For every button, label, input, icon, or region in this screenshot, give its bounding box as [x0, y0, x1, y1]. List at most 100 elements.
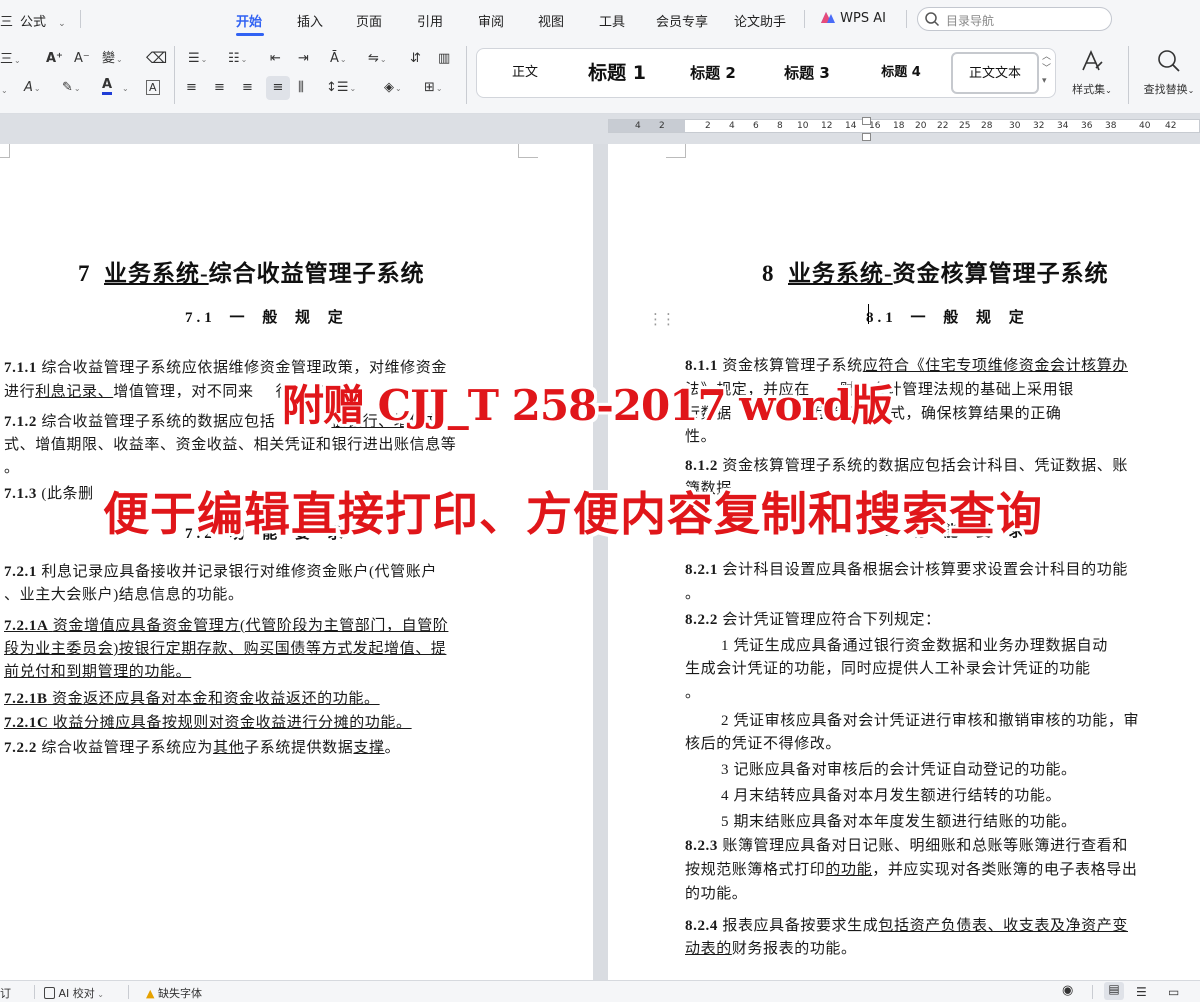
menu-left-cut[interactable]: 三 [0, 11, 13, 30]
text-cursor [868, 304, 869, 324]
right-page[interactable]: ⋮⋮ 8 业务系统-资金核算管理子系统 8.1 一 般 规 定 8.1.1 资金… [608, 144, 1200, 980]
divider [128, 985, 129, 999]
status-left-cut[interactable]: 订 [0, 985, 11, 1001]
style-gallery: 正文 标题 1 标题 2 标题 3 标题 4 正文文本 ︿ ﹀ ▾ [476, 48, 1056, 98]
sort-icon[interactable]: ⇋⌄ [368, 51, 387, 68]
distributed-icon[interactable]: ⫼ [298, 80, 304, 96]
outline-view-icon[interactable]: ☰ [1136, 985, 1147, 999]
crop-mark [666, 144, 686, 158]
wps-ai-button[interactable]: WPS AI [820, 11, 886, 26]
horizontal-ruler[interactable]: 4 2 2 4 6 8 10 12 14 16 18 20 22 25 28 3… [0, 114, 1200, 144]
font-size-dropdown[interactable]: 三⌄ [0, 52, 21, 69]
text-direction-icon[interactable]: Ā⌄ [330, 51, 347, 68]
style-heading-2[interactable]: 标题 2 [677, 49, 749, 97]
hanging-indent-marker[interactable] [862, 133, 871, 141]
tab-page[interactable]: 页面 [356, 11, 382, 30]
font-style-dropdown[interactable]: ⌄ [0, 82, 8, 99]
expand-gallery-icon[interactable]: ▾ [1042, 75, 1054, 87]
ai-check-label: AI 校对 [58, 987, 95, 1000]
divider [804, 10, 805, 28]
style-body[interactable]: 正文 [489, 49, 561, 97]
page-view-icon[interactable]: ▤ [1104, 982, 1124, 1000]
font-color-dropdown[interactable]: ⌄ [121, 80, 129, 97]
increase-indent-icon[interactable]: ⇥ [298, 51, 309, 67]
clause-8-2-2: 8.2.2 会计凭证管理应符合下列规定： [685, 612, 941, 628]
ruler-number: 42 [1165, 121, 1177, 131]
ruler-number: 4 [635, 121, 641, 131]
gallery-scroll[interactable]: ︿ ﹀ ▾ [1042, 51, 1054, 95]
ruler-number: 12 [821, 121, 833, 131]
decrease-indent-icon[interactable]: ⇤ [270, 51, 281, 67]
outline-navigation-search[interactable]: 目录导航 [917, 7, 1112, 31]
tab-home[interactable]: 开始 [236, 11, 262, 30]
align-left-icon[interactable]: ≡ [186, 80, 197, 96]
promo-overlay-line1: 附赠 CJJ_T 258-2017 word版 [282, 381, 893, 430]
shading-icon[interactable]: ◈⌄ [384, 80, 402, 97]
style-heading-3[interactable]: 标题 3 [771, 49, 843, 97]
style-heading-4[interactable]: 标题 4 [865, 49, 937, 97]
tab-view[interactable]: 视图 [538, 11, 564, 30]
highlight-icon[interactable]: ✎⌄ [62, 80, 81, 97]
formula-menu[interactable]: 公式 ⌄ [20, 11, 66, 30]
wps-ai-icon [821, 12, 835, 23]
left-page[interactable]: 7 业务系统-综合收益管理子系统 7.1 一 般 规 定 7.1.1 综合收益管… [0, 144, 593, 980]
ai-check-button[interactable]: AI 校对 ⌄ [44, 985, 104, 1001]
borders-icon[interactable]: ⊞⌄ [424, 80, 443, 97]
columns-icon[interactable]: ▥ [438, 51, 450, 67]
align-right-icon[interactable]: ≡ [242, 80, 253, 96]
tab-member[interactable]: 会员专享 [656, 11, 708, 30]
clause-8-2-2-item4: 4 月末结转应具备对本月发生额进行结转的功能。 [721, 788, 1062, 804]
clause-7-2-2: 7.2.2 综合收益管理子系统应为其他子系统提供数据支撑。 [4, 740, 401, 756]
align-center-icon[interactable]: ≡ [214, 80, 225, 96]
justify-icon[interactable]: ≡ [266, 76, 290, 100]
chevron-down-icon[interactable]: ﹀ [1042, 63, 1054, 75]
ruler-strip[interactable]: 4 2 2 4 6 8 10 12 14 16 18 20 22 25 28 3… [608, 119, 1200, 133]
style-body-text[interactable]: 正文文本 [951, 52, 1039, 94]
divider [34, 985, 35, 999]
web-view-icon[interactable]: ▭ [1168, 985, 1179, 999]
text-effect-icon[interactable]: A⌄ [24, 80, 41, 97]
clause-7-1-2-end: 。 [4, 460, 20, 476]
font-color-icon[interactable]: A [102, 78, 113, 95]
missing-fonts-button[interactable]: ▲ 缺失字体 [146, 985, 202, 1001]
tab-paper-assistant[interactable]: 论文助手 [734, 11, 786, 30]
style-set-button[interactable]: 样式集⌄ [1064, 48, 1120, 104]
ruler-number: 2 [705, 121, 711, 131]
tab-insert[interactable]: 插入 [297, 11, 323, 30]
ruler-number: 28 [981, 121, 993, 131]
show-marks-icon[interactable]: ⇵ [410, 51, 421, 67]
line-spacing-icon[interactable]: ↕☰⌄ [326, 80, 356, 97]
chevron-up-icon[interactable]: ︿ [1042, 51, 1054, 63]
clause-7-1-2-cont: 式、增值期限、收益率、资金收益、相关凭证和银行进出账信息等 [4, 437, 457, 453]
clause-7-2-1: 7.2.1 利息记录应具备接收并记录银行对维修资金账户(代管账户 [4, 564, 437, 580]
tab-references[interactable]: 引用 [417, 11, 443, 30]
divider [466, 46, 467, 104]
ruler-number: 40 [1139, 121, 1151, 131]
bullet-list-icon[interactable]: ☰⌄ [188, 51, 207, 68]
promo-overlay-line2: 便于编辑直接打印、方便内容复制和搜索查询 [103, 487, 1043, 541]
char-border-icon[interactable]: A [146, 80, 160, 95]
phonetic-guide-icon[interactable]: 變⌄ [102, 51, 123, 68]
tab-tools[interactable]: 工具 [599, 11, 625, 30]
search-icon [925, 12, 940, 27]
numbered-list-icon[interactable]: ☷⌄ [228, 51, 247, 68]
ruler-number: 38 [1105, 121, 1117, 131]
chapter-8-title: 8 业务系统-资金核算管理子系统 [762, 261, 1109, 286]
increase-font-size-icon[interactable]: A⁺ [46, 51, 63, 67]
find-replace-button[interactable]: 查找替换⌄ [1138, 48, 1200, 104]
drag-handle-icon[interactable]: ⋮⋮ [648, 310, 676, 328]
clause-7-2-1C: 7.2.1C 收益分摊应具备按规则对资金收益进行分摊的功能。 [4, 715, 412, 731]
first-line-indent-marker[interactable] [862, 117, 871, 125]
divider [80, 10, 81, 28]
tab-review[interactable]: 审阅 [478, 11, 504, 30]
clause-7-2-1A-end: 前兑付和到期管理的功能。 [4, 664, 192, 680]
clause-8-1-2: 8.1.2 资金核算管理子系统的数据应包括会计科目、凭证数据、账 [685, 458, 1128, 474]
style-heading-1[interactable]: 标题 1 [581, 49, 653, 97]
clause-8-2-1-end: 。 [685, 586, 701, 602]
decrease-font-size-icon[interactable]: A⁻ [74, 51, 90, 67]
clear-format-icon[interactable]: ⌫ [146, 50, 167, 66]
eye-icon[interactable]: ◉ [1062, 983, 1073, 998]
ruler-number: 10 [797, 121, 809, 131]
warning-icon: ▲ [146, 987, 155, 1000]
clause-8-2-4: 8.2.4 报表应具备按要求生成包括资产负债表、收支表及净资产变 [685, 918, 1128, 934]
